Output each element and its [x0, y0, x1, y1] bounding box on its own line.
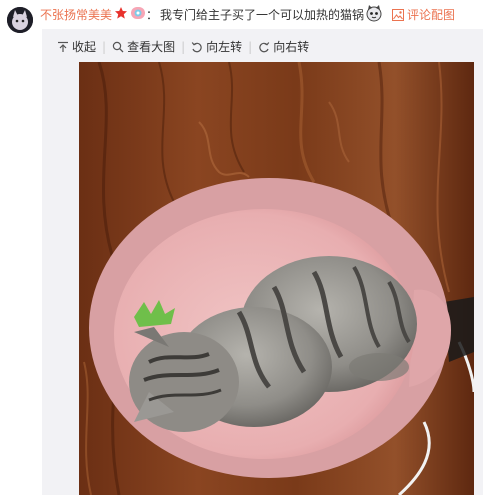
- comment-text: 我专门给主子买了一个可以加热的猫锅: [160, 8, 365, 22]
- comment-image-label: 评论配图: [406, 8, 455, 22]
- avatar[interactable]: [7, 7, 33, 33]
- search-icon: [112, 41, 127, 53]
- rotate-left-button[interactable]: 向左转: [191, 38, 242, 56]
- cat-emoji-icon: [365, 4, 383, 27]
- image-icon: [391, 9, 404, 21]
- collapse-label: 收起: [72, 40, 97, 54]
- image-toolbar: 收起 | 查看大图 | 向左转 | 向右转: [57, 38, 315, 56]
- rotate-left-icon: [191, 41, 206, 53]
- collapse-button[interactable]: 收起: [57, 38, 96, 56]
- comment-separator: ：: [146, 8, 159, 22]
- star-badge-icon: [114, 6, 128, 25]
- view-large-button[interactable]: 查看大图: [112, 38, 175, 56]
- rotate-right-button[interactable]: 向右转: [258, 38, 309, 56]
- comment-username[interactable]: 不张扬常美美: [40, 6, 112, 24]
- vip-badge-icon: [130, 6, 146, 25]
- toolbar-divider: |: [102, 40, 107, 54]
- view-large-label: 查看大图: [127, 40, 176, 54]
- toolbar-divider: |: [248, 40, 253, 54]
- comment-row: 不张扬常美美 ： 我专门给主子买了一个可以加热的猫锅: [40, 4, 383, 27]
- collapse-icon: [57, 41, 72, 53]
- comment-image-link[interactable]: 评论配图: [391, 6, 455, 24]
- rotate-left-label: 向左转: [206, 40, 243, 54]
- rotate-right-label: 向右转: [273, 40, 310, 54]
- toolbar-divider: |: [181, 40, 186, 54]
- comment-photo[interactable]: [79, 62, 474, 495]
- rotate-right-icon: [258, 41, 273, 53]
